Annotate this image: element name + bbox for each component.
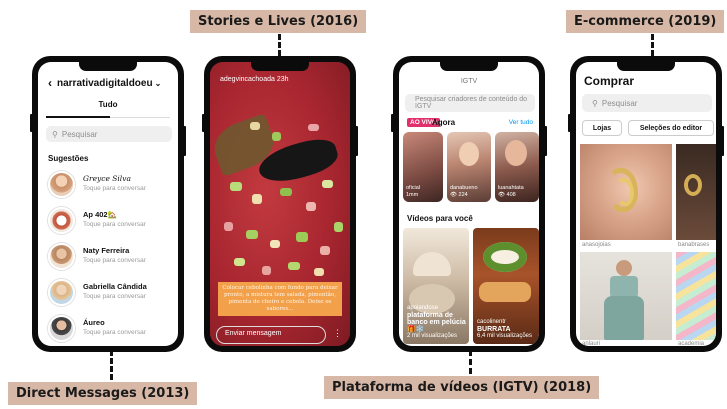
- product-image[interactable]: [676, 144, 716, 240]
- label-direct: Direct Messages (2013): [8, 382, 198, 405]
- label-ecommerce: E-commerce (2019): [566, 10, 725, 33]
- igtv-screen: IGTV Pesquisar criadores de conteúdo do …: [399, 62, 539, 346]
- phone-direct: ‹ narrativadigitaldoeu ⌄ Tudo ⚲ Pesquisa…: [30, 56, 186, 352]
- contact-row[interactable]: Naty Ferreira Toque para conversar: [48, 242, 170, 270]
- more-options-icon[interactable]: ⋮: [333, 328, 342, 339]
- agora-title: Agora: [432, 118, 456, 127]
- dm-screen: ‹ narrativadigitaldoeu ⌄ Tudo ⚲ Pesquisa…: [38, 62, 178, 346]
- tab-all[interactable]: Tudo: [38, 100, 178, 109]
- videos-section-title: Vídeos para você: [407, 214, 473, 223]
- live-tile[interactable]: danabueno 👁 224: [447, 132, 491, 202]
- product-image[interactable]: [580, 252, 672, 340]
- phone-igtv: IGTV Pesquisar criadores de conteúdo do …: [391, 56, 547, 352]
- dash-direct: [110, 350, 113, 380]
- send-message-input[interactable]: Enviar mensagem: [216, 326, 326, 344]
- contact-row[interactable]: Áureo Toque para conversar: [48, 314, 170, 342]
- story-username[interactable]: adegvincachoada 23h: [220, 76, 289, 83]
- avatar: [48, 314, 75, 342]
- product-image[interactable]: [676, 252, 716, 340]
- editors-picks-tab[interactable]: Seleções do editor: [628, 120, 714, 136]
- story-screen[interactable]: adegvincachoada 23h Colocar cebolinha co…: [210, 62, 350, 346]
- avatar: [48, 242, 75, 270]
- tab-indicator: [46, 116, 110, 118]
- search-icon: ⚲: [52, 129, 58, 139]
- avatar: [48, 278, 75, 306]
- shop-title: Comprar: [584, 74, 635, 88]
- story-caption: Colocar cebolinha com fundo para deixar …: [218, 282, 342, 316]
- dash-ecommerce: [651, 34, 654, 56]
- avatar: [48, 206, 75, 234]
- igtv-header: IGTV: [460, 78, 478, 85]
- igtv-search-input[interactable]: Pesquisar criadores de conteúdo do IGTV: [405, 94, 535, 112]
- phone-shop: Comprar ⚲ Pesquisar Lojas Seleções do ed…: [568, 56, 724, 352]
- search-icon: ⚲: [592, 98, 598, 108]
- contact-row[interactable]: Ap 402🏡 Toque para conversar: [48, 206, 170, 234]
- dash-igtv: [469, 350, 472, 374]
- see-all-link[interactable]: Ver tudo: [509, 119, 533, 126]
- contact-row[interactable]: Gabriella Cândida Toque para conversar: [48, 278, 170, 306]
- back-arrow-icon[interactable]: ‹: [48, 76, 52, 90]
- suggestions-title: Sugestões: [48, 154, 89, 163]
- dm-username[interactable]: narrativadigitaldoeu: [57, 78, 153, 89]
- phone-stories: adegvincachoada 23h Colocar cebolinha co…: [202, 56, 358, 352]
- shop-search-input[interactable]: ⚲ Pesquisar: [582, 94, 712, 112]
- dash-stories: [278, 34, 281, 56]
- video-card[interactable]: apoiandose plataforma de banco em pelúci…: [403, 228, 469, 344]
- contact-row[interactable]: Greyce Silva Toque para conversar: [48, 170, 170, 198]
- label-igtv: Plataforma de vídeos (IGTV) (2018): [324, 376, 600, 399]
- dm-header: ‹ narrativadigitaldoeu ⌄: [48, 76, 172, 90]
- stores-tab[interactable]: Lojas: [582, 120, 622, 136]
- shop-screen: Comprar ⚲ Pesquisar Lojas Seleções do ed…: [576, 62, 716, 346]
- avatar: [48, 170, 75, 198]
- label-stories: Stories e Lives (2016): [190, 10, 367, 33]
- chevron-down-icon[interactable]: ⌄: [155, 79, 162, 88]
- video-card[interactable]: cacolinentr BURRATA 6,4 mil visualizaçõe…: [473, 228, 539, 344]
- live-tile[interactable]: oficial 1mm: [403, 132, 443, 202]
- dm-search-input[interactable]: ⚲ Pesquisar: [46, 126, 172, 142]
- product-image[interactable]: [580, 144, 672, 240]
- live-tile[interactable]: luanahtata 👁 408: [495, 132, 539, 202]
